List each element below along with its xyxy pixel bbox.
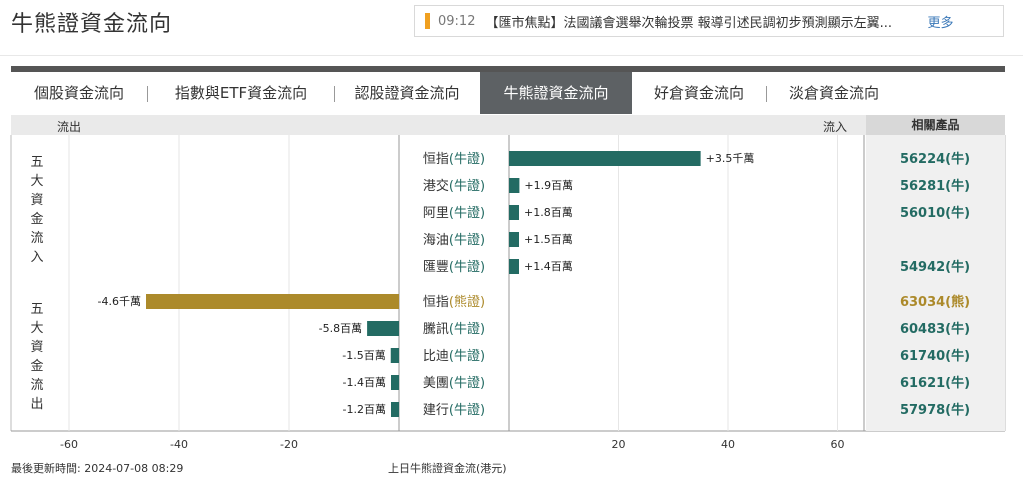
data-label: +1.9百萬 [524, 179, 573, 192]
product-link[interactable]: 60483(牛) [900, 321, 970, 337]
category-label: 比迪(牛證) [423, 348, 485, 364]
x-tick-label: 40 [721, 438, 735, 451]
data-label: -5.8百萬 [319, 322, 362, 335]
category-label: 港交(牛證) [423, 178, 485, 194]
category-label: 阿里(牛證) [423, 205, 485, 221]
product-link[interactable]: 54942(牛) [900, 259, 970, 275]
bar [509, 259, 519, 274]
bar [509, 151, 701, 166]
x-tick-label: -60 [60, 438, 78, 451]
product-link[interactable]: 61621(牛) [900, 375, 970, 391]
category-label: 美團(牛證) [423, 375, 485, 391]
product-link[interactable]: 56224(牛) [900, 151, 970, 167]
bar [391, 375, 399, 390]
product-link[interactable]: 56010(牛) [900, 205, 970, 221]
data-label: -1.5百萬 [342, 349, 385, 362]
x-tick-label: -20 [280, 438, 298, 451]
bar [367, 321, 399, 336]
bar [391, 402, 399, 417]
data-label: +1.8百萬 [524, 206, 573, 219]
category-label: 騰訊(牛證) [423, 321, 485, 337]
bar [509, 232, 519, 247]
bar [146, 294, 399, 309]
category-label: 匯豐(牛證) [423, 259, 485, 275]
product-link[interactable]: 57978(牛) [900, 402, 970, 418]
cbbc-flow-chart: -60 -40 -20 20 40 60 恒指(牛證) +3.5千萬 56224(牛) 港交(牛證… [10, 135, 1006, 451]
x-tick-label: -40 [170, 438, 188, 451]
chart-caption: 上日牛熊證資金流(港元) [388, 462, 507, 475]
data-label: +1.5百萬 [524, 233, 573, 246]
bar [509, 178, 520, 193]
category-label: 恒指(牛證) [423, 151, 485, 167]
bar [509, 205, 519, 220]
product-link[interactable]: 61740(牛) [900, 348, 970, 364]
data-label: -4.6千萬 [98, 295, 141, 308]
x-tick-label: 60 [831, 438, 845, 451]
data-label: -1.4百萬 [343, 376, 386, 389]
x-tick-label: 20 [612, 438, 626, 451]
product-link[interactable]: 63034(熊) [900, 294, 970, 310]
bar [390, 348, 399, 363]
category-label: 海油(牛證) [423, 232, 485, 248]
data-label: -1.2百萬 [343, 403, 386, 416]
product-link[interactable]: 56281(牛) [900, 178, 970, 194]
data-label: +1.4百萬 [524, 260, 573, 273]
category-label: 建行(牛證) [423, 402, 485, 418]
last-updated: 最後更新時間: 2024-07-08 08:29 [11, 462, 184, 475]
category-label: 恒指(熊證) [423, 294, 485, 310]
data-label: +3.5千萬 [706, 152, 755, 165]
